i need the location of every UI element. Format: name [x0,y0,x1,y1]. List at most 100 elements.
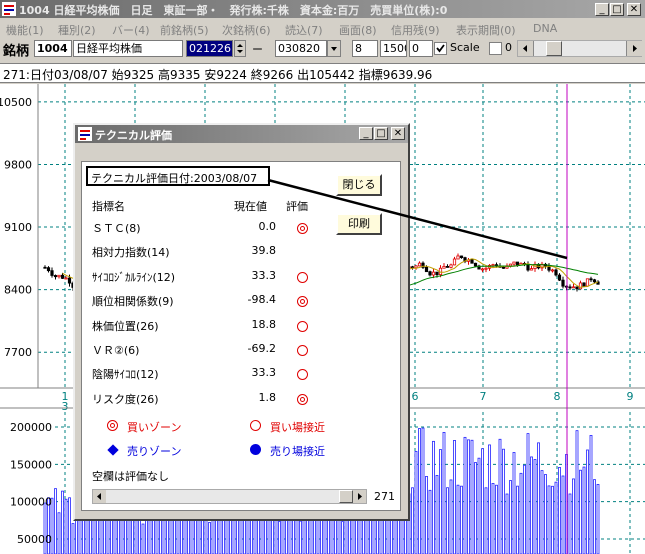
buy-zone-icon [107,420,118,431]
volume-bar [523,464,526,554]
volume-bar [554,481,558,554]
volume-bar [43,502,47,554]
menu-item-bar[interactable]: バー(4) [112,22,150,38]
volume-bar [519,472,523,554]
candle-body [60,274,65,279]
scroll-left-button[interactable] [518,41,534,56]
menu-item-margin[interactable]: 信用残(9) [391,22,440,38]
dialog-close-button[interactable]: ✕ [391,127,405,140]
volume-bar [281,517,285,554]
volume-bar [453,440,456,554]
volume-bar [208,522,211,554]
candle-body [449,264,453,268]
candle-body [424,267,429,273]
candle-body [484,267,488,270]
indicator-value: -98.4 [247,293,276,307]
stock-code-input[interactable]: 1004 [34,40,72,57]
date-tick-label: 8 [554,390,561,403]
indicator-name: 陰陽ｻｲｺﾛ(12) [92,368,159,382]
toolbar: 銘柄 1004 日経平均株価 021226 ー 030820 8 1500 0 … [0,38,645,60]
menu-item-period[interactable]: 表示期間(0) [456,22,516,38]
dialog-scroll-right-button[interactable] [353,490,366,503]
menu-item-next-stock[interactable]: 次銘柄(6) [222,22,271,38]
candle-body [428,271,432,276]
to-date-input[interactable]: 030820 [275,40,327,57]
buy-near-icon [297,345,308,356]
candle-body [414,265,418,269]
volume-bar [558,467,561,554]
volume-bar [544,474,547,554]
toolbar-scrollbar[interactable] [517,40,642,57]
param-field-c[interactable]: 0 [409,40,433,57]
dialog-scrollbar[interactable] [92,489,367,504]
candle-body [435,271,439,276]
volume-bar [568,493,572,554]
price-info-text: 271:日付03/08/07 始9325 高9335 安9224 終9266 出… [3,68,433,82]
price-info-line: 271:日付03/08/07 始9325 高9335 安9224 終9266 出… [0,63,645,83]
print-button[interactable]: 印刷 [336,213,382,235]
candle-body [480,268,485,271]
scroll-value: 271 [374,490,395,503]
indicator-value: 33.3 [251,366,277,380]
evaluation-panel: テクニカル評価日付:2003/08/07 閉じる 印刷 指標名 現在値 評価 Ｓ… [81,161,401,511]
scale-checkbox[interactable] [434,42,447,55]
candle-body [550,269,555,272]
close-dialog-button[interactable]: 閉じる [336,174,382,196]
maximize-button[interactable]: □ [610,3,624,16]
volume-tick-label: 200000 [10,421,52,434]
stock-name-input[interactable]: 日経平均株価 [73,40,183,57]
volume-bar [449,479,453,554]
indicator-name: 相対力指数(14) [92,246,170,260]
indicator-name: リスク度(26) [92,392,159,406]
value-checkbox[interactable] [489,42,502,55]
volume-bar [481,448,484,554]
volume-bar [446,487,449,554]
volume-bar [540,470,544,554]
volume-bar [61,490,64,554]
dialog-scroll-thumb[interactable] [339,490,353,503]
from-date-spinner[interactable] [234,40,246,57]
menu-item-dna[interactable]: DNA [533,22,557,35]
volume-bar [141,523,145,554]
chevron-down-icon [331,47,337,51]
scroll-thumb[interactable] [546,41,562,56]
volume-bar [470,439,474,554]
volume-bar [278,521,281,554]
from-date-input[interactable]: 021226 [186,40,233,57]
menu-item-prev-stock[interactable]: 前銘柄(5) [160,22,209,38]
volume-bar [414,450,418,554]
scroll-right-button[interactable] [626,41,642,56]
candle-body [64,277,68,280]
menu-item-function[interactable]: 機能(1) [6,22,44,38]
volume-bar [106,517,110,554]
close-button[interactable]: ✕ [627,3,641,16]
app-icon [2,2,16,16]
volume-bar [71,523,75,554]
candle-body [67,277,72,284]
volume-bar [103,515,106,554]
candle-body [568,286,572,289]
menu-item-type[interactable]: 種別(2) [58,22,96,38]
volume-bar [575,430,579,554]
dialog-maximize-button[interactable]: □ [374,127,388,140]
menu-bar: 機能(1) 種別(2) バー(4) 前銘柄(5) 次銘柄(6) 読込(7) 画面… [0,19,645,37]
header-rating: 評価 [286,200,308,213]
param-field-a[interactable]: 8 [352,40,378,57]
to-date-dropdown[interactable] [327,40,341,57]
dialog-minimize-button[interactable]: _ [359,127,373,140]
menu-item-screen[interactable]: 画面(8) [339,22,377,38]
date-tick-sublabel: 3 [62,400,69,413]
volume-bar [491,483,495,554]
dialog-scroll-left-button[interactable] [93,490,106,503]
param-field-b[interactable]: 1500 [380,40,407,57]
menu-item-load[interactable]: 読込(7) [285,22,323,38]
volume-bar [484,487,488,554]
volume-bar [299,520,302,554]
volume-tick-label: 100000 [10,496,52,509]
scale-value-label: 0 [505,41,512,54]
minimize-button[interactable]: _ [595,3,609,16]
volume-bar [432,440,435,554]
volume-bar [456,484,460,554]
legend-buy-near: 買い場接近 [270,421,325,434]
technical-evaluation-dialog: テクニカル評価 _ □ ✕ テクニカル評価日付:2003/08/07 閉じる 印… [73,123,410,521]
